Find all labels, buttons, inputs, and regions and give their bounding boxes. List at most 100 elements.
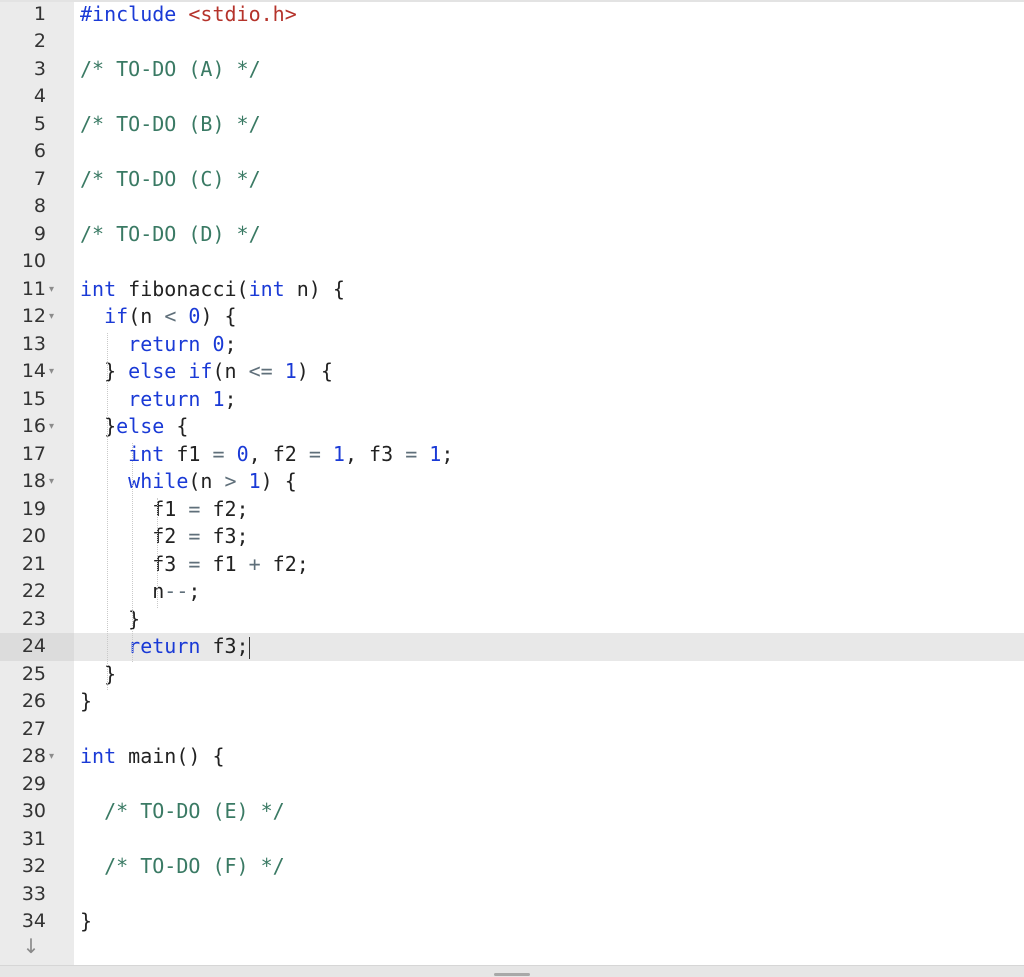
- code-token: ;: [441, 441, 454, 466]
- code-line[interactable]: 17 int f1 = 0, f2 = 1, f3 = 1;: [0, 441, 1024, 469]
- code-editor[interactable]: 1 #include <stdio.h> 2 3/* TO-DO (A) */4 5/*…: [0, 0, 1024, 965]
- code-text[interactable]: }: [80, 661, 116, 689]
- line-number: 17: [0, 441, 74, 469]
- code-line[interactable]: 3 /* TO-DO (A) */: [0, 56, 1024, 84]
- code-text[interactable]: f1 = f2;: [80, 496, 248, 524]
- code-line[interactable]: 6: [0, 138, 1024, 166]
- code-line[interactable]: 2: [0, 28, 1024, 56]
- line-number-text: 33: [21, 882, 46, 905]
- code-token: f3;: [200, 634, 249, 658]
- code-token: =: [405, 441, 418, 466]
- code-text[interactable]: f2 = f3;: [80, 523, 248, 551]
- scroll-down-arrow-icon[interactable]: ↓: [18, 932, 44, 960]
- line-number: 4: [0, 83, 74, 111]
- code-line[interactable]: 11 ▾ int fibonacci(int n) {: [0, 276, 1024, 304]
- code-line[interactable]: 20 f2 = f3;: [0, 523, 1024, 551]
- fold-arrow-icon[interactable]: ▾: [49, 468, 54, 496]
- code-text[interactable]: }: [80, 908, 92, 936]
- code-line[interactable]: 33: [0, 881, 1024, 909]
- code-line[interactable]: 12 ▾ if(n < 0) {: [0, 303, 1024, 331]
- code-line[interactable]: 22 n--;: [0, 578, 1024, 606]
- line-number-text: 18: [21, 470, 46, 492]
- code-text[interactable]: int f1 = 0, f2 = 1, f3 = 1;: [80, 441, 453, 469]
- code-token: ) {: [200, 304, 237, 328]
- code-line[interactable]: 1 #include <stdio.h>: [0, 1, 1024, 29]
- horizontal-scrollbar-thumb[interactable]: [494, 973, 530, 976]
- code-text[interactable]: return f3;: [80, 633, 250, 661]
- code-token: ) {: [260, 469, 297, 493]
- code-text[interactable]: return 0;: [80, 331, 236, 359]
- code-text[interactable]: n--;: [80, 578, 200, 606]
- code-token: if: [188, 359, 213, 383]
- code-line[interactable]: 28 ▾ int main() {: [0, 743, 1024, 771]
- code-text[interactable]: int fibonacci(int n) {: [80, 276, 345, 304]
- code-line[interactable]: 10: [0, 248, 1024, 276]
- code-line[interactable]: 32 /* TO-DO (F) */: [0, 853, 1024, 881]
- line-number-text: 19: [21, 497, 46, 520]
- code-line[interactable]: 5 /* TO-DO (B) */: [0, 111, 1024, 139]
- code-text[interactable]: while(n > 1) {: [80, 468, 297, 496]
- code-text[interactable]: }: [80, 688, 92, 716]
- code-line[interactable]: 14 ▾ } else if(n <= 1) {: [0, 358, 1024, 386]
- code-token: }: [80, 661, 117, 686]
- code-token: /* TO-DO (C) */: [80, 166, 261, 191]
- fold-arrow-icon[interactable]: ▾: [49, 358, 54, 386]
- code-text[interactable]: /* TO-DO (E) */: [80, 798, 285, 826]
- line-number-text: 10: [21, 250, 46, 272]
- line-number-text: 11: [21, 277, 46, 300]
- code-line[interactable]: 24 return f3;: [0, 633, 1024, 661]
- code-line[interactable]: 18 ▾ while(n > 1) {: [0, 468, 1024, 496]
- line-number-text: 20: [21, 525, 46, 547]
- code-token: , f3: [344, 441, 406, 466]
- code-token: 1: [212, 386, 225, 411]
- code-line[interactable]: 23 }: [0, 606, 1024, 634]
- line-number-text: 7: [33, 167, 46, 190]
- code-line[interactable]: 31: [0, 826, 1024, 854]
- code-text[interactable]: #include <stdio.h>: [80, 1, 297, 29]
- code-token: 1: [248, 469, 261, 493]
- code-token: /* TO-DO (A) */: [80, 56, 261, 81]
- code-text[interactable]: /* TO-DO (F) */: [80, 853, 285, 881]
- code-line[interactable]: 27: [0, 716, 1024, 744]
- code-text[interactable]: return 1;: [80, 386, 236, 414]
- code-line[interactable]: 4: [0, 83, 1024, 111]
- code-line[interactable]: 34}: [0, 908, 1024, 936]
- code-line[interactable]: 26}: [0, 688, 1024, 716]
- code-text[interactable]: int main() {: [80, 743, 225, 771]
- code-text[interactable]: /* TO-DO (B) */: [80, 111, 261, 139]
- code-line[interactable]: 29: [0, 771, 1024, 799]
- code-line[interactable]: 16 ▾ }else {: [0, 413, 1024, 441]
- code-text[interactable]: } else if(n <= 1) {: [80, 358, 333, 386]
- code-text[interactable]: f3 = f1 + f2;: [80, 551, 309, 579]
- fold-arrow-icon[interactable]: ▾: [49, 303, 54, 331]
- fold-arrow-icon[interactable]: ▾: [49, 276, 54, 304]
- code-token: n) {: [284, 276, 345, 301]
- code-token: ;: [188, 579, 201, 603]
- code-text[interactable]: /* TO-DO (D) */: [80, 221, 261, 249]
- code-line[interactable]: 13 return 0;: [0, 331, 1024, 359]
- code-text[interactable]: }else {: [80, 413, 188, 441]
- code-line[interactable]: 21 f3 = f1 + f2;: [0, 551, 1024, 579]
- fold-arrow-icon[interactable]: ▾: [49, 743, 54, 771]
- code-text[interactable]: if(n < 0) {: [80, 303, 237, 331]
- code-token: <=: [248, 359, 273, 383]
- code-text[interactable]: /* TO-DO (A) */: [80, 56, 261, 84]
- code-token: ) {: [296, 359, 333, 383]
- code-line[interactable]: 30 /* TO-DO (E) */: [0, 798, 1024, 826]
- fold-arrow-icon[interactable]: ▾: [49, 413, 54, 441]
- horizontal-scrollbar[interactable]: [0, 965, 1024, 977]
- code-line[interactable]: 9 /* TO-DO (D) */: [0, 221, 1024, 249]
- code-line[interactable]: 25 }: [0, 661, 1024, 689]
- line-number: 21: [0, 551, 74, 579]
- code-text[interactable]: /* TO-DO (C) */: [80, 166, 261, 194]
- code-line[interactable]: 19 f1 = f2;: [0, 496, 1024, 524]
- code-line[interactable]: 7 /* TO-DO (C) */: [0, 166, 1024, 194]
- code-line[interactable]: 8: [0, 193, 1024, 221]
- code-line[interactable]: 15 return 1;: [0, 386, 1024, 414]
